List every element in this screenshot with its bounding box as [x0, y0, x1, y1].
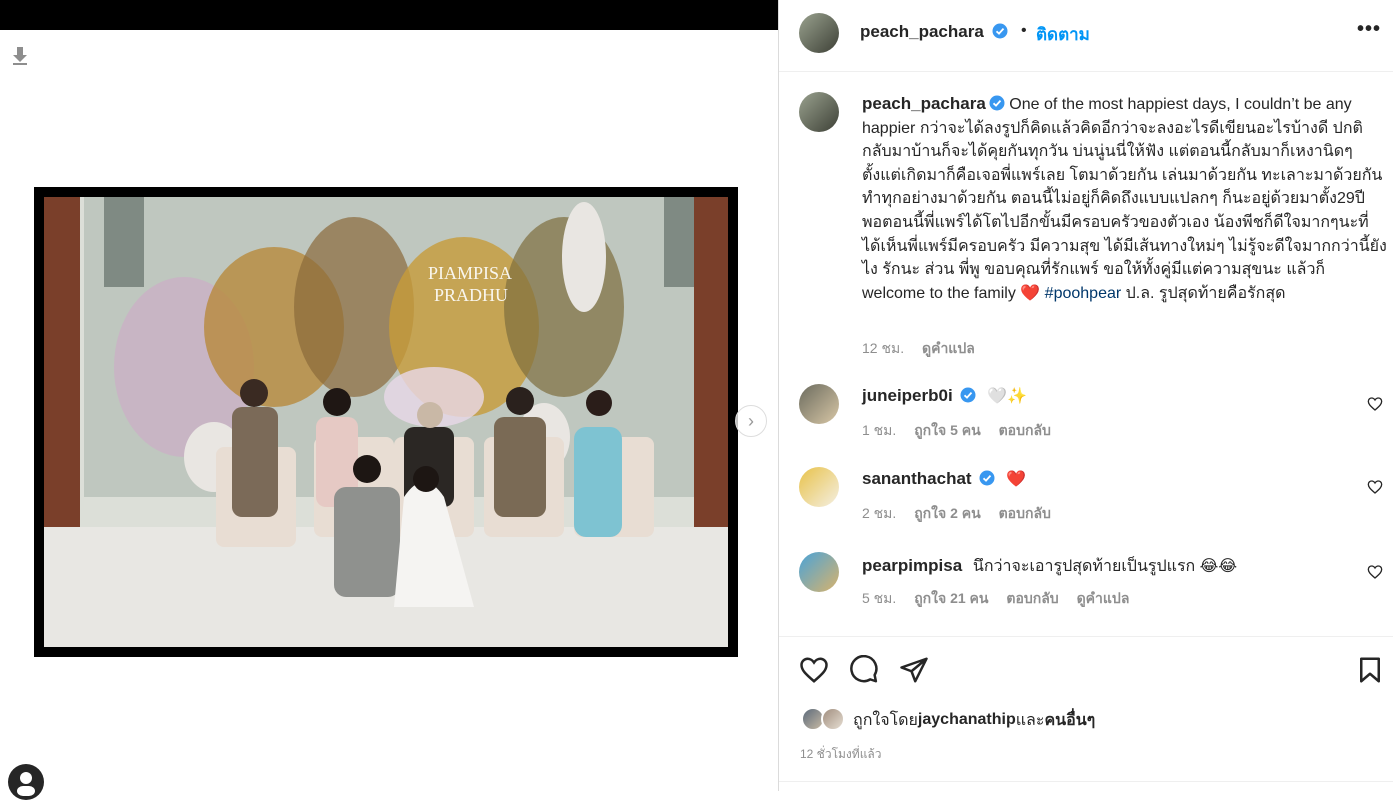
next-photo-button[interactable]: ›: [735, 405, 767, 437]
chevron-right-icon: ›: [748, 410, 754, 431]
bookmark-icon[interactable]: [1355, 655, 1385, 685]
paper-plane-icon[interactable]: [899, 655, 929, 685]
caption-translate-button[interactable]: ดูคำแปล: [922, 340, 975, 356]
comment-text: นึกว่าจะเอารูปสุดท้ายเป็นรูปแรก 😂😂: [972, 558, 1238, 575]
verified-badge-icon: [960, 387, 976, 403]
caption-text-block: peach_pachara One of the most happiest d…: [862, 92, 1387, 305]
liker-avatar[interactable]: [821, 707, 845, 731]
comment-meta: 2 ชม. ถูกใจ 2 คน ตอบกลับ: [862, 503, 1065, 525]
comment-text: 🤍✨: [987, 388, 1027, 405]
comment-meta: 5 ชม. ถูกใจ 21 คน ตอบกลับ ดูคำแปล: [862, 588, 1143, 610]
photo-overlay-text-2: PRADHU: [434, 285, 508, 305]
comment-avatar[interactable]: [799, 467, 839, 507]
comment-avatar[interactable]: [799, 552, 839, 592]
comment-time[interactable]: 2 ชม.: [862, 505, 896, 521]
author-username[interactable]: peach_pachara: [860, 22, 1008, 42]
hashtag-link[interactable]: #poohpear: [1045, 285, 1122, 302]
photo-overlay-text-1: PIAMPISA: [428, 263, 512, 283]
comment-likes[interactable]: ถูกใจ 2 คน: [914, 505, 981, 521]
liked-by-line: ถูกใจโดย jaychanathip และ คนอื่นๆ: [801, 706, 1095, 734]
comment-username[interactable]: juneiperb0i 🤍✨: [862, 386, 1027, 406]
comment-username[interactable]: pearpimpisa นึกว่าจะเอารูปสุดท้ายเป็นรูป…: [862, 554, 1237, 579]
caption-meta: 12 ชม. ดูคำแปล: [862, 338, 975, 360]
comment-bubble-icon[interactable]: [849, 655, 879, 685]
comment-meta: 1 ชม. ถูกใจ 5 คน ตอบกลับ: [862, 420, 1065, 442]
red-heart-emoji: ❤️: [1020, 284, 1041, 302]
comment-time[interactable]: 5 ชม.: [862, 590, 896, 606]
top-black-bar: [0, 0, 778, 30]
liked-by-prefix: ถูกใจโดย: [853, 711, 918, 729]
comment-reply-button[interactable]: ตอบกลับ: [999, 422, 1051, 438]
comment-translate-button[interactable]: ดูคำแปล: [1077, 590, 1130, 606]
caption-author-avatar[interactable]: [799, 92, 839, 132]
heart-outline-icon[interactable]: [799, 655, 829, 685]
person-icon: [17, 772, 35, 796]
liked-by-user[interactable]: jaychanathip: [918, 711, 1016, 729]
wedding-photo-illustration: PIAMPISA PRADHU: [44, 197, 728, 647]
post-photo: PIAMPISA PRADHU: [44, 197, 728, 647]
post-photo-frame: PIAMPISA PRADHU: [34, 187, 738, 657]
heart-outline-icon[interactable]: [1367, 396, 1383, 412]
comment-reply-button[interactable]: ตอบกลับ: [999, 505, 1051, 521]
comment-avatar[interactable]: [799, 384, 839, 424]
comment-reply-button[interactable]: ตอบกลับ: [1006, 590, 1058, 606]
author-avatar[interactable]: [799, 13, 839, 53]
caption-tail: ป.ล. รูปสุดท้ายคือรักสุด: [1121, 284, 1286, 302]
follow-button[interactable]: ติดตาม: [1036, 21, 1090, 48]
comment-username[interactable]: sananthachat ❤️: [862, 469, 1026, 489]
post-details-panel: peach_pachara • ติดตาม ••• peach_pachara…: [779, 0, 1393, 791]
liked-by-middle: และ: [1015, 711, 1045, 729]
download-arrow-icon[interactable]: [11, 46, 29, 66]
post-header: peach_pachara • ติดตาม •••: [779, 0, 1393, 72]
caption-author-username[interactable]: peach_pachara: [862, 94, 1005, 113]
caption-body: One of the most happiest days, I couldn’…: [862, 96, 1387, 302]
separator-dot: •: [1021, 22, 1027, 39]
verified-badge-icon: [992, 23, 1008, 39]
bottom-divider: [779, 781, 1393, 782]
verified-badge-icon: [989, 95, 1005, 111]
media-panel: PIAMPISA PRADHU ›: [0, 0, 778, 800]
comment-text: ❤️: [1006, 471, 1026, 488]
liked-by-others[interactable]: คนอื่นๆ: [1044, 708, 1095, 733]
actions-divider: [779, 636, 1393, 637]
comment-likes[interactable]: ถูกใจ 21 คน: [914, 590, 988, 606]
liker-avatars: [801, 707, 847, 733]
caption-time[interactable]: 12 ชม.: [862, 340, 904, 356]
comment-time[interactable]: 1 ชม.: [862, 422, 896, 438]
comment-likes[interactable]: ถูกใจ 5 คน: [914, 422, 981, 438]
more-options-icon[interactable]: •••: [1357, 18, 1381, 41]
heart-outline-icon[interactable]: [1367, 479, 1383, 495]
posted-time[interactable]: 12 ชั่วโมงที่แล้ว: [800, 745, 882, 764]
profile-avatar-icon[interactable]: [8, 764, 44, 800]
verified-badge-icon: [979, 470, 995, 486]
heart-outline-icon[interactable]: [1367, 564, 1383, 580]
